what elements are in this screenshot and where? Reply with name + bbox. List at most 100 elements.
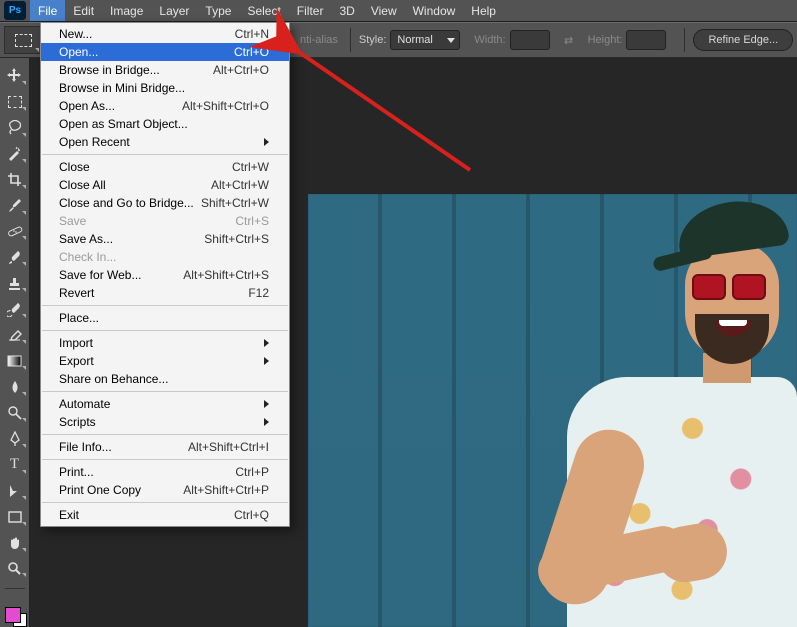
menu-item-shortcut: Ctrl+O — [234, 45, 269, 59]
width-label: Width: — [474, 34, 505, 46]
menu-item-file-info[interactable]: File Info... Alt+Shift+Ctrl+I — [41, 438, 289, 456]
anti-alias-checkbox-label: nti-alias — [300, 34, 338, 46]
menu-item-save-for-web[interactable]: Save for Web...Alt+Shift+Ctrl+S — [41, 266, 289, 284]
menu-item-check-in: Check In... — [41, 248, 289, 266]
history-brush-tool[interactable] — [3, 299, 27, 319]
menu-window[interactable]: Window — [405, 0, 464, 21]
menu-item-shortcut: Alt+Shift+Ctrl+P — [183, 483, 269, 497]
move-tool[interactable] — [3, 66, 27, 86]
menu-item-label: Place... — [59, 311, 99, 325]
menu-item-save: Save Ctrl+S — [41, 212, 289, 230]
menu-view[interactable]: View — [363, 0, 405, 21]
quick-selection-tool[interactable] — [3, 144, 27, 164]
lasso-tool[interactable] — [3, 118, 27, 138]
menu-item-automate[interactable]: Automate — [41, 395, 289, 413]
menu-item-label: Save — [59, 214, 86, 228]
menu-item-new[interactable]: New...Ctrl+N — [41, 25, 289, 43]
crop-tool[interactable] — [3, 170, 27, 190]
refine-edge-label: Refine Edge... — [708, 34, 778, 46]
hand-tool[interactable] — [3, 533, 27, 553]
menu-layer[interactable]: Layer — [151, 0, 197, 21]
menu-item-label: Export — [59, 354, 94, 368]
photo-subject-man — [487, 197, 797, 627]
gradient-tool[interactable] — [3, 351, 27, 371]
style-select-value: Normal — [397, 34, 432, 46]
clone-stamp-tool[interactable] — [3, 273, 27, 293]
menu-item-open-as-smart-object[interactable]: Open as Smart Object... — [41, 115, 289, 133]
swap-width-height-icon: ⇄ — [560, 31, 578, 49]
menu-file[interactable]: File — [30, 0, 65, 21]
chevron-down-icon — [447, 38, 455, 43]
menu-item-label: Automate — [59, 397, 110, 411]
menu-item-browse-in-bridge[interactable]: Browse in Bridge...Alt+Ctrl+O — [41, 61, 289, 79]
menu-item-label: Close All — [59, 178, 106, 192]
menu-item-open[interactable]: Open...Ctrl+O — [41, 43, 289, 61]
menu-item-scripts[interactable]: Scripts — [41, 413, 289, 431]
menu-image[interactable]: Image — [102, 0, 151, 21]
menu-item-shortcut: Shift+Ctrl+S — [204, 232, 269, 246]
menu-item-print-one-copy[interactable]: Print One Copy Alt+Shift+Ctrl+P — [41, 481, 289, 499]
menu-item-label: Revert — [59, 286, 94, 300]
pen-tool[interactable] — [3, 429, 27, 449]
menu-item-close-all[interactable]: Close AllAlt+Ctrl+W — [41, 176, 289, 194]
eraser-tool[interactable] — [3, 325, 27, 345]
menubar: Ps FileEditImageLayerTypeSelectFilter3DV… — [0, 0, 797, 22]
menu-select[interactable]: Select — [239, 0, 288, 21]
menu-separator — [42, 330, 288, 331]
menu-item-open-as[interactable]: Open As...Alt+Shift+Ctrl+O — [41, 97, 289, 115]
blur-tool[interactable] — [3, 377, 27, 397]
document-image — [308, 194, 797, 627]
eyedropper-tool[interactable] — [3, 196, 27, 216]
menu-type[interactable]: Type — [197, 0, 239, 21]
menu-item-label: File Info... — [59, 440, 112, 454]
menu-item-place[interactable]: Place... — [41, 309, 289, 327]
menu-item-open-recent[interactable]: Open Recent — [41, 133, 289, 151]
menu-3d[interactable]: 3D — [331, 0, 362, 21]
menu-item-exit[interactable]: ExitCtrl+Q — [41, 506, 289, 524]
menu-item-print[interactable]: Print...Ctrl+P — [41, 463, 289, 481]
menu-item-shortcut: Alt+Shift+Ctrl+I — [188, 440, 269, 454]
menu-filter[interactable]: Filter — [289, 0, 332, 21]
menu-item-revert[interactable]: Revert F12 — [41, 284, 289, 302]
menu-item-export[interactable]: Export — [41, 352, 289, 370]
menu-separator — [42, 154, 288, 155]
zoom-tool[interactable] — [3, 559, 27, 579]
menu-item-label: Browse in Bridge... — [59, 63, 160, 77]
path-selection-tool[interactable] — [3, 481, 27, 501]
rectangular-marquee-tool[interactable] — [3, 92, 27, 112]
menu-item-label: Exit — [59, 508, 79, 522]
menu-item-close-and-go-to-bridge[interactable]: Close and Go to Bridge...Shift+Ctrl+W — [41, 194, 289, 212]
menu-item-label: Print One Copy — [59, 483, 141, 497]
menu-item-share-on-behance[interactable]: Share on Behance... — [41, 370, 289, 388]
menu-separator — [42, 391, 288, 392]
dodge-tool[interactable] — [3, 403, 27, 423]
menu-edit[interactable]: Edit — [65, 0, 102, 21]
menu-item-label: Check In... — [59, 250, 116, 264]
style-label: Style: — [359, 34, 387, 46]
menu-item-shortcut: Ctrl+S — [235, 214, 269, 228]
menu-item-label: Close — [59, 160, 90, 174]
menu-item-import[interactable]: Import — [41, 334, 289, 352]
refine-edge-button[interactable]: Refine Edge... — [693, 29, 793, 51]
menu-item-close[interactable]: CloseCtrl+W — [41, 158, 289, 176]
horizontal-type-tool[interactable]: T — [3, 455, 27, 475]
spot-healing-brush-tool[interactable] — [3, 222, 27, 242]
menu-item-shortcut: Alt+Shift+Ctrl+O — [182, 99, 269, 113]
menu-item-shortcut: Shift+Ctrl+W — [201, 196, 269, 210]
menu-item-browse-in-mini-bridge[interactable]: Browse in Mini Bridge... — [41, 79, 289, 97]
tools-panel: T — [0, 58, 30, 627]
height-field — [626, 30, 666, 50]
rectangle-tool[interactable] — [3, 507, 27, 527]
tool-preset-picker[interactable] — [4, 26, 42, 54]
foreground-background-color[interactable] — [3, 605, 27, 627]
menu-item-shortcut: Ctrl+P — [235, 465, 269, 479]
menu-help[interactable]: Help — [463, 0, 504, 21]
menu-item-label: Import — [59, 336, 93, 350]
menu-item-shortcut: F12 — [248, 286, 269, 300]
style-select[interactable]: Normal — [390, 30, 460, 50]
menu-separator — [42, 305, 288, 306]
rectangular-marquee-icon — [15, 34, 32, 47]
height-label: Height: — [588, 34, 623, 46]
brush-tool[interactable] — [3, 247, 27, 267]
menu-item-save-as[interactable]: Save As...Shift+Ctrl+S — [41, 230, 289, 248]
